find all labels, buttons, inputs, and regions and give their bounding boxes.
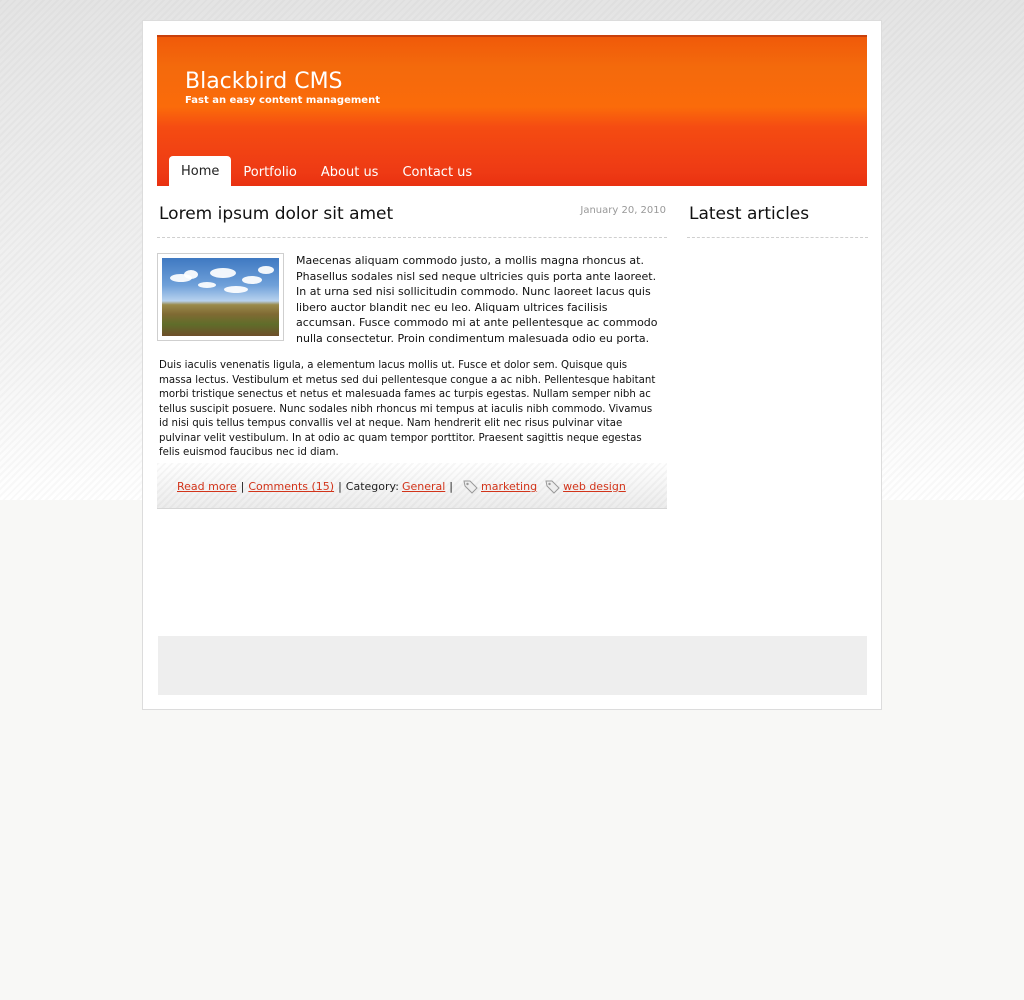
post-date: January 20, 2010 [580, 205, 666, 216]
post-thumbnail[interactable] [157, 253, 284, 341]
post-body: Duis iaculis venenatis ligula, a element… [159, 360, 656, 458]
separator: | [449, 480, 454, 493]
landscape-image [162, 258, 279, 336]
site-title[interactable]: Blackbird CMS [185, 69, 343, 94]
tag-link-marketing[interactable]: marketing [481, 480, 537, 493]
main-content: Lorem ipsum dolor sit amet January 20, 2… [157, 201, 667, 509]
post-header: Lorem ipsum dolor sit amet January 20, 2… [157, 201, 667, 238]
tag-icon [463, 479, 478, 494]
nav-item-home[interactable]: Home [169, 156, 232, 186]
nav-item-contact-us[interactable]: Contact us [390, 160, 484, 186]
category-link[interactable]: General [402, 480, 445, 493]
read-more-link[interactable]: Read more [177, 480, 237, 493]
post-title[interactable]: Lorem ipsum dolor sit amet [159, 204, 393, 224]
tag-icon [545, 479, 560, 494]
nav-item-about-us[interactable]: About us [309, 160, 391, 186]
sidebar-title: Latest articles [687, 201, 868, 238]
nav-item-portfolio[interactable]: Portfolio [231, 160, 308, 186]
sidebar: Latest articles [687, 201, 868, 238]
post-meta: Read more | Comments (15) | Category: Ge… [177, 479, 626, 494]
separator: | [240, 480, 245, 493]
site-tagline: Fast an easy content management [185, 95, 380, 106]
page-container: Blackbird CMS Fast an easy content manag… [142, 20, 882, 710]
site-header: Blackbird CMS Fast an easy content manag… [157, 35, 867, 186]
main-nav: Home Portfolio About us Contact us [169, 154, 484, 186]
category-label: Category: [345, 480, 399, 493]
separator: | [338, 480, 342, 493]
post-intro: Maecenas aliquam commodo justo, a mollis… [296, 254, 658, 345]
page-footer [158, 636, 867, 695]
tag-link-web-design[interactable]: web design [563, 480, 626, 493]
post-footer: Read more | Comments (15) | Category: Ge… [157, 463, 667, 509]
comments-link[interactable]: Comments (15) [248, 480, 334, 493]
